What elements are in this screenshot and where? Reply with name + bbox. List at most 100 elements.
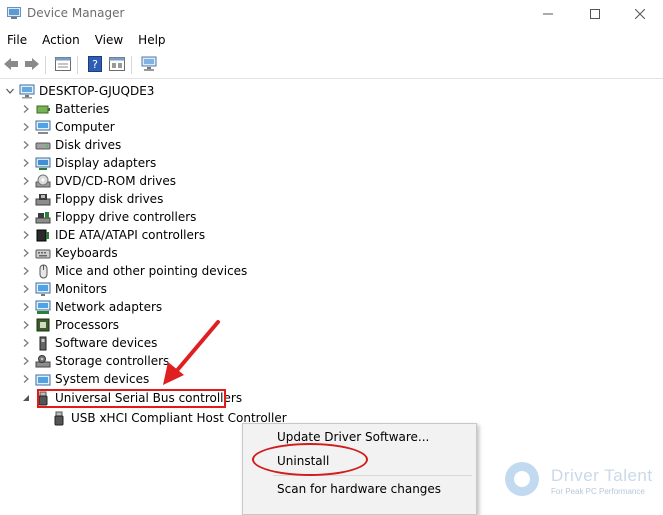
floppy-icon bbox=[34, 192, 51, 207]
properties-icon[interactable] bbox=[54, 55, 72, 73]
storage-icon bbox=[34, 354, 51, 369]
disk-drive-icon bbox=[34, 138, 51, 153]
menu-help[interactable]: Help bbox=[131, 30, 173, 50]
chevron-down-icon[interactable] bbox=[4, 82, 16, 100]
network-icon bbox=[34, 300, 51, 315]
tree-item-label: System devices bbox=[55, 372, 150, 386]
tree-item-system-devices[interactable]: System devices bbox=[20, 370, 149, 388]
tree-item-floppy-drive-controllers[interactable]: Floppy drive controllers bbox=[20, 208, 196, 226]
chevron-right-icon[interactable] bbox=[20, 190, 32, 208]
scan-hardware-icon[interactable] bbox=[140, 55, 158, 73]
back-icon[interactable] bbox=[2, 55, 20, 73]
toolbar-separator bbox=[131, 56, 132, 74]
tree-item-ide-controllers[interactable]: IDE ATA/ATAPI controllers bbox=[20, 226, 205, 244]
svg-text:?: ? bbox=[92, 58, 98, 71]
floppy-controller-icon bbox=[34, 210, 51, 225]
update-driver-menu-item[interactable]: Update Driver Software... bbox=[277, 430, 429, 444]
chevron-right-icon[interactable] bbox=[20, 262, 32, 280]
mouse-icon bbox=[34, 264, 51, 279]
tree-item-label: Storage controllers bbox=[55, 354, 170, 368]
tree-item-monitors[interactable]: Monitors bbox=[20, 280, 107, 298]
system-device-icon bbox=[34, 372, 51, 387]
title-bar: Device Manager bbox=[0, 0, 663, 28]
tree-item-network-adapters[interactable]: Network adapters bbox=[20, 298, 162, 316]
toolbar-separator bbox=[77, 56, 78, 74]
battery-icon bbox=[34, 102, 51, 117]
show-hide-icon[interactable] bbox=[108, 55, 126, 73]
tree-item-dvd-drives[interactable]: DVD/CD-ROM drives bbox=[20, 172, 176, 190]
chevron-right-icon[interactable] bbox=[20, 208, 32, 226]
device-manager-icon bbox=[7, 7, 21, 19]
highlight-ellipse bbox=[252, 443, 368, 476]
help-icon[interactable]: ? bbox=[86, 55, 104, 73]
minimize-button[interactable] bbox=[525, 0, 571, 28]
dvd-icon bbox=[34, 174, 51, 189]
tree-item-label: Computer bbox=[55, 120, 115, 134]
tree-item-label: DVD/CD-ROM drives bbox=[55, 174, 177, 188]
tree-item-label: Floppy disk drives bbox=[55, 192, 164, 206]
menu-bar: File Action View Help bbox=[0, 30, 174, 50]
tree-item-label: Processors bbox=[55, 318, 120, 332]
tree-item-label: IDE ATA/ATAPI controllers bbox=[55, 228, 206, 242]
forward-icon[interactable] bbox=[23, 55, 41, 73]
tree-item-label: Display adapters bbox=[55, 156, 157, 170]
tree-item-batteries[interactable]: Batteries bbox=[20, 100, 109, 118]
keyboard-icon bbox=[34, 246, 51, 261]
tree-item-computer[interactable]: Computer bbox=[20, 118, 115, 136]
tree-item-disk-drives[interactable]: Disk drives bbox=[20, 136, 121, 154]
tree-item-label: Floppy drive controllers bbox=[55, 210, 197, 224]
chevron-right-icon[interactable] bbox=[20, 244, 32, 262]
scan-hardware-menu-item[interactable]: Scan for hardware changes bbox=[277, 482, 441, 496]
usb-icon bbox=[50, 411, 67, 426]
tree-item-label: Mice and other pointing devices bbox=[55, 264, 248, 278]
chevron-down-icon[interactable] bbox=[20, 389, 32, 407]
tree-item-mice[interactable]: Mice and other pointing devices bbox=[20, 262, 247, 280]
menu-file[interactable]: File bbox=[0, 30, 35, 50]
chevron-right-icon[interactable] bbox=[20, 118, 32, 136]
chevron-right-icon[interactable] bbox=[20, 136, 32, 154]
processor-icon bbox=[34, 318, 51, 333]
chevron-right-icon[interactable] bbox=[20, 154, 32, 172]
chevron-right-icon[interactable] bbox=[20, 334, 32, 352]
computer-icon bbox=[34, 120, 51, 135]
watermark-name: Driver Talent bbox=[551, 466, 653, 485]
tree-root[interactable]: DESKTOP-GJUQDE3 bbox=[4, 82, 154, 100]
toolbar-separator bbox=[45, 56, 46, 74]
chevron-right-icon[interactable] bbox=[20, 352, 32, 370]
display-adapter-icon bbox=[34, 156, 51, 171]
tree-item-display-adapters[interactable]: Display adapters bbox=[20, 154, 156, 172]
watermark-tagline: For Peak PC Performance bbox=[551, 487, 645, 496]
chevron-right-icon[interactable] bbox=[20, 100, 32, 118]
tree-item-label: Disk drives bbox=[55, 138, 122, 152]
close-button[interactable] bbox=[617, 0, 663, 28]
tree-item-label: Software devices bbox=[55, 336, 158, 350]
chevron-right-icon[interactable] bbox=[20, 226, 32, 244]
window-title: Device Manager bbox=[27, 6, 125, 20]
chevron-right-icon[interactable] bbox=[20, 316, 32, 334]
toolbar: ? bbox=[0, 52, 663, 79]
ide-icon bbox=[34, 228, 51, 243]
red-arrow bbox=[163, 320, 220, 385]
computer-icon bbox=[18, 84, 35, 99]
menu-action[interactable]: Action bbox=[35, 30, 88, 50]
monitor-icon bbox=[34, 282, 51, 297]
tree-item-label: Keyboards bbox=[55, 246, 118, 260]
software-device-icon bbox=[34, 336, 51, 351]
tree-item-software-devices[interactable]: Software devices bbox=[20, 334, 157, 352]
chevron-right-icon[interactable] bbox=[20, 370, 32, 388]
chevron-right-icon[interactable] bbox=[20, 172, 32, 190]
driver-talent-logo-icon bbox=[505, 462, 539, 496]
tree-item-label: Network adapters bbox=[55, 300, 163, 314]
tree-item-storage-controllers[interactable]: Storage controllers bbox=[20, 352, 169, 370]
tree-item-floppy-disk-drives[interactable]: Floppy disk drives bbox=[20, 190, 163, 208]
tree-item-keyboards[interactable]: Keyboards bbox=[20, 244, 118, 262]
tree-item-processors[interactable]: Processors bbox=[20, 316, 119, 334]
watermark: Driver Talent For Peak PC Performance bbox=[505, 462, 663, 502]
maximize-button[interactable] bbox=[572, 0, 618, 28]
chevron-right-icon[interactable] bbox=[20, 298, 32, 316]
tree-root-label: DESKTOP-GJUQDE3 bbox=[39, 84, 155, 98]
tree-item-label: Batteries bbox=[55, 102, 110, 116]
chevron-right-icon[interactable] bbox=[20, 280, 32, 298]
menu-view[interactable]: View bbox=[88, 30, 131, 50]
tree-item-label: Monitors bbox=[55, 282, 107, 296]
